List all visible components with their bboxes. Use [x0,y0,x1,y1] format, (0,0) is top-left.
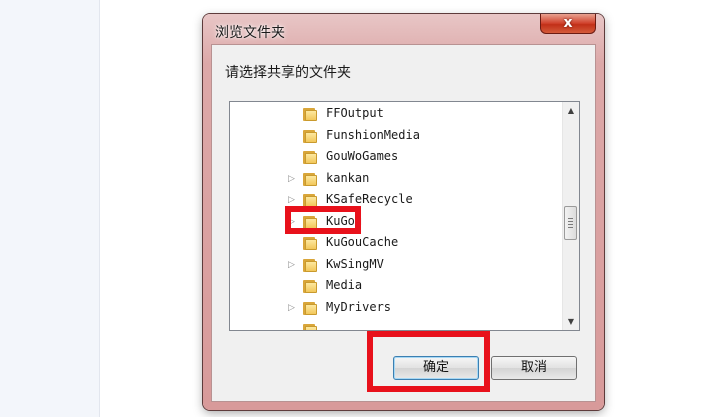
annotation-highlight-ok [367,331,490,392]
tree-item-label: KuGouCache [326,235,399,249]
folder-icon [302,107,318,122]
folder-icon [302,129,318,144]
tree-item[interactable]: FunshionMedia [230,126,550,147]
folder-icon [302,172,318,187]
expand-arrow-icon[interactable]: ▷ [288,194,298,206]
tree-item[interactable]: ▷ KwSingMV [230,255,550,276]
tree-item-label: KwSingMV [326,257,384,271]
tree-item[interactable]: ▷ MyDrivers [230,298,550,319]
tree-item-label: MyDrivers [326,300,392,314]
tree-item-label: GouWoGames [326,149,399,163]
tree-item-label: KSafeRecycle [326,192,413,206]
scroll-up-arrow-icon[interactable]: ▲ [563,102,579,119]
tree-item[interactable]: ▷ KSafeRecycle [230,190,550,211]
tree-item-label: FFOutput [326,106,384,120]
tree-item[interactable]: ▷ KuGou [230,212,550,233]
tree-item-label: Media [326,278,363,292]
annotation-highlight-kugou [285,206,361,234]
folder-icon [302,323,318,330]
dialog-title: 浏览文件夹 [215,25,285,41]
close-icon: x [563,15,573,31]
tree-item[interactable]: KuGouCache [230,233,550,254]
tree-item[interactable]: FFOutput [230,104,550,125]
background-divider [99,0,100,417]
close-button[interactable]: x [540,14,596,34]
scroll-down-arrow-icon[interactable]: ▼ [563,313,579,330]
tree-item[interactable]: ▷ kankan [230,169,550,190]
folder-icon [302,279,318,294]
expand-arrow-icon[interactable]: ▷ [288,259,298,271]
tree-item-label: FunshionMedia [326,128,420,142]
tree-item[interactable]: Media [230,276,550,297]
expand-arrow-icon[interactable]: ▷ [288,173,298,185]
folder-icon [302,236,318,251]
cancel-button[interactable]: 取消 [491,356,577,380]
folder-tree[interactable]: FFOutput FunshionMedia GouWoGames ▷ kankan ▷ K… [229,101,580,331]
folder-icon [302,258,318,273]
tree-scrollbar[interactable]: ▲ ▼ [562,102,579,330]
tree-item[interactable]: GouWoGames [230,147,550,168]
background-left-panel [0,0,100,417]
folder-icon [302,150,318,165]
folder-icon [302,301,318,316]
expand-arrow-icon[interactable]: ▷ [288,302,298,314]
tree-row-partial [230,320,550,330]
dialog-prompt: 请选择共享的文件夹 [225,65,351,81]
tree-item-label: kankan [326,171,370,185]
scrollbar-thumb[interactable] [564,206,577,240]
